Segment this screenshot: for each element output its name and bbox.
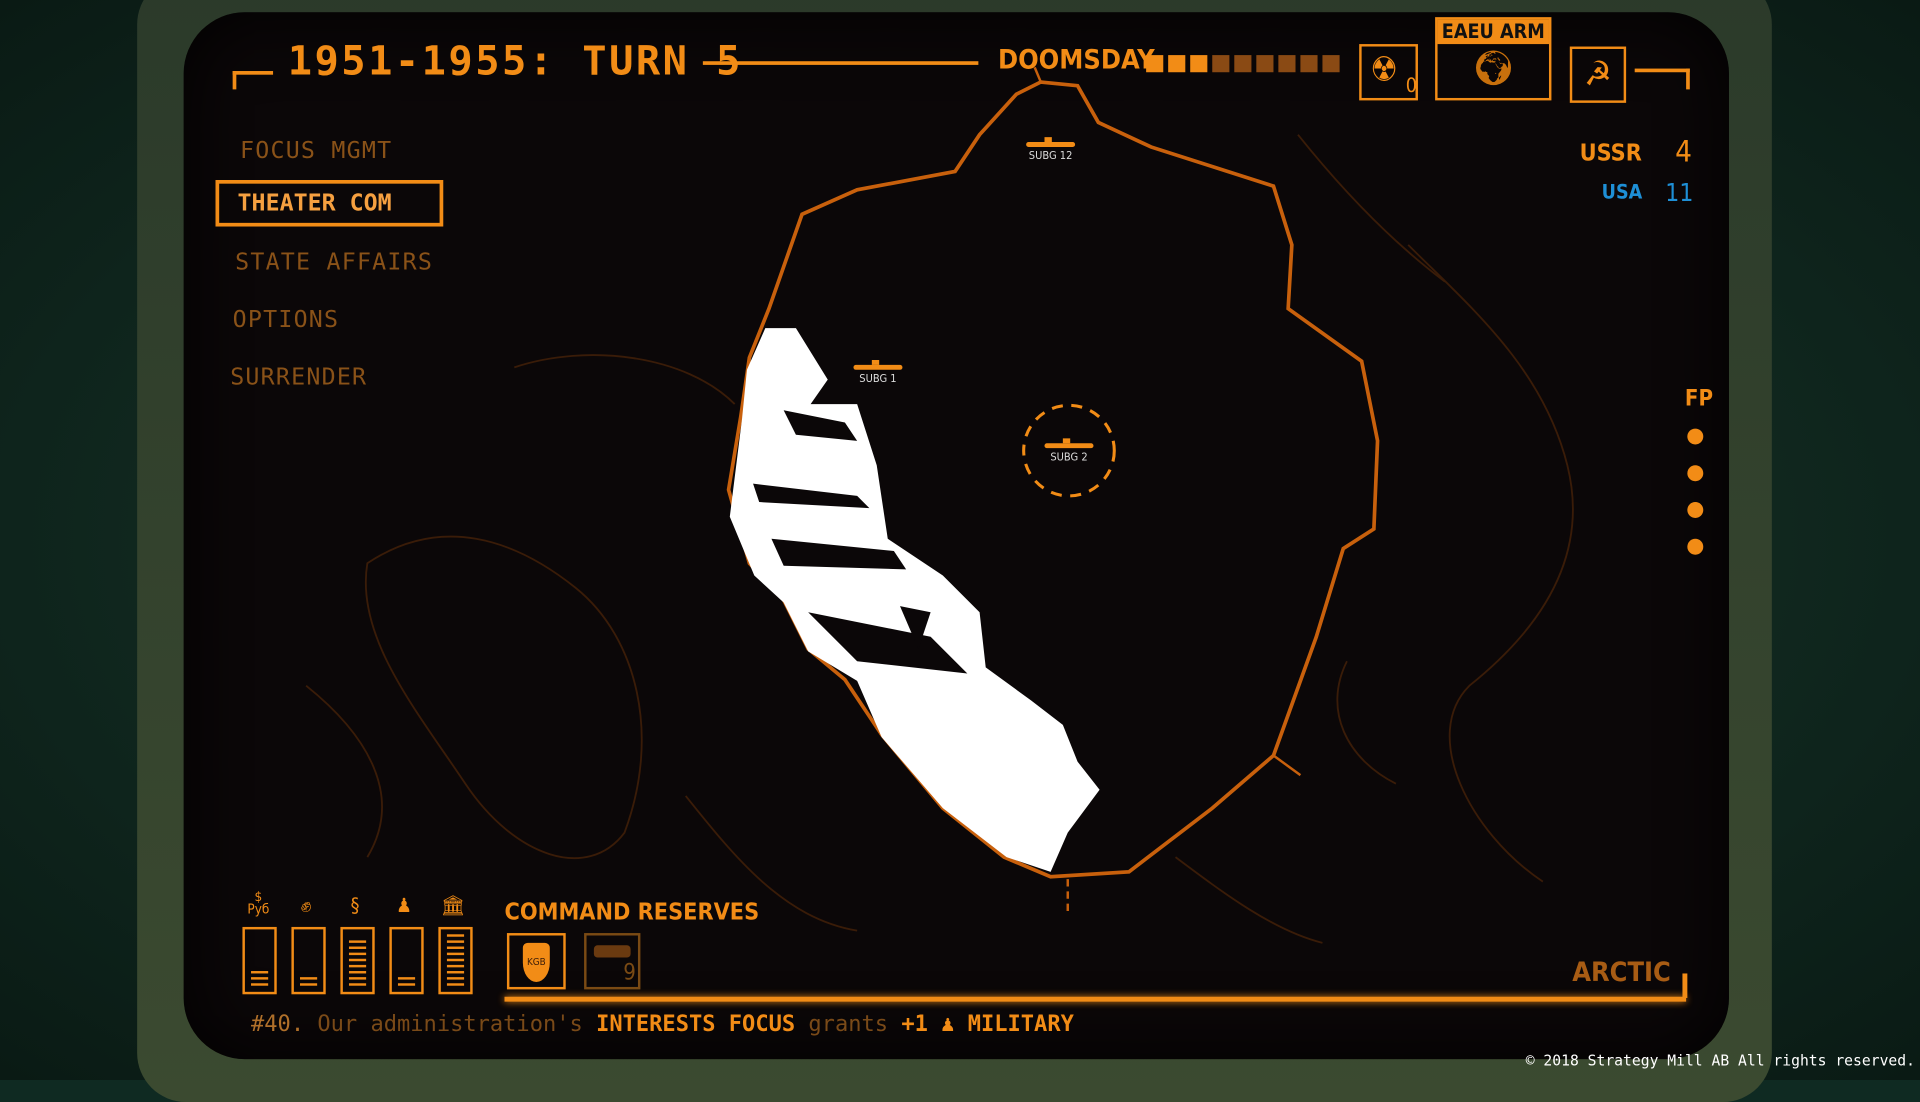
tank-count: 9: [623, 960, 636, 986]
unit-subg-2[interactable]: SUBG 2: [1032, 438, 1105, 465]
background-coastlines: [305, 134, 1574, 944]
doomsday-segment: [1278, 55, 1296, 73]
doomsday-segment: [1256, 55, 1274, 73]
military-salute-icon: ♟: [396, 893, 412, 918]
unit-label: SUBG 2: [1050, 451, 1088, 465]
region-label: ARCTIC: [1572, 957, 1671, 989]
unit-label: SUBG 12: [1028, 150, 1073, 163]
doomsday-label: DOOMSDAY: [997, 45, 1155, 76]
usa-score: 11: [1665, 177, 1694, 207]
submarine-icon: [1044, 438, 1094, 449]
fp-dot: [1687, 465, 1704, 482]
region-button[interactable]: EAEU ARM 🌍︎: [1435, 17, 1552, 101]
news-ticker: #40. Our administration's INTERESTS FOCU…: [251, 1011, 1074, 1037]
menu-focus-mgmt[interactable]: FOCUS MGMT: [240, 137, 392, 164]
section-icon: §: [350, 893, 360, 918]
resource-bar: [242, 926, 277, 995]
tank-icon: [593, 945, 631, 958]
divider: [702, 61, 979, 65]
kgb-shield-icon: KGB: [522, 942, 550, 983]
doomsday-segment: [1146, 55, 1164, 73]
resource-bar: [340, 926, 375, 995]
menu-options[interactable]: OPTIONS: [233, 306, 340, 333]
resource-bar: [291, 926, 326, 995]
kgb-reserve-card[interactable]: KGB: [506, 933, 566, 990]
submarine-icon: [853, 360, 903, 370]
menu-theater-com[interactable]: THEATER COM: [215, 180, 444, 227]
fist-icon: ✊︎: [300, 893, 312, 918]
ruble-icon: $ Руб: [247, 888, 270, 918]
world-map-icon: 🌍︎: [1471, 47, 1516, 89]
tank-reserve-card[interactable]: 9: [584, 933, 641, 990]
doomsday-segment: [1168, 55, 1186, 73]
nuke-count: 0: [1405, 73, 1417, 97]
crt-screen: SUBG 12 SUBG 1 SUBG 2 1951-1955: TURN 5 …: [183, 12, 1729, 1060]
military-salute-icon: ♟: [941, 1011, 955, 1038]
ticker-text: grants: [808, 1011, 889, 1038]
ticker-highlight: +1: [901, 1011, 928, 1038]
doomsday-segment: [1322, 55, 1340, 73]
ussr-score: 4: [1675, 134, 1692, 169]
game-stage: SUBG 12 SUBG 1 SUBG 2 1951-1955: TURN 5 …: [0, 0, 1920, 1102]
frame-corner: [1634, 68, 1690, 90]
region-button-label: EAEU ARM: [1437, 19, 1549, 45]
command-reserves-title: COMMAND RESERVES: [504, 898, 760, 926]
frame-corner: [232, 71, 274, 90]
unit-subg-1[interactable]: SUBG 1: [841, 360, 914, 386]
fp-dot: [1687, 502, 1704, 518]
doomsday-segment: [1190, 55, 1208, 73]
radiation-icon: ☢: [1370, 48, 1398, 90]
ticker-text: Our administration's: [317, 1011, 583, 1038]
menu-surrender[interactable]: SURRENDER: [230, 364, 367, 391]
fp-label: FP: [1684, 385, 1713, 412]
copyright: © 2018 Strategy Mill AB All rights reser…: [1525, 1051, 1915, 1069]
doomsday-segment: [1212, 55, 1230, 73]
unit-subg-12[interactable]: SUBG 12: [1014, 137, 1087, 163]
frame-corner: [1682, 973, 1688, 998]
menu-state-affairs[interactable]: STATE AFFAIRS: [235, 249, 433, 276]
government-building-icon: 🏛︎: [440, 893, 466, 918]
ticker-highlight: INTERESTS FOCUS: [596, 1011, 796, 1038]
unit-label: SUBG 1: [859, 373, 897, 386]
ruble-label: Руб: [247, 901, 270, 918]
resource-bar: [389, 926, 424, 995]
ticker-number: #40.: [251, 1011, 305, 1038]
divider: [504, 996, 1687, 1002]
resource-bar: [438, 926, 473, 995]
hammer-sickle-icon[interactable]: ☭: [1569, 46, 1627, 103]
usa-label: USA: [1601, 180, 1643, 204]
ticker-highlight: MILITARY: [967, 1011, 1074, 1038]
nuke-button[interactable]: ☢ 0: [1359, 44, 1418, 101]
submarine-icon: [1026, 137, 1076, 147]
greenland-landmass: [729, 328, 1100, 872]
turn-title: 1951-1955: TURN 5: [287, 36, 743, 85]
ussr-label: USSR: [1579, 139, 1642, 167]
doomsday-segment: [1234, 55, 1252, 73]
fp-dot: [1687, 428, 1704, 445]
fp-dot: [1687, 538, 1704, 555]
doomsday-segment: [1300, 55, 1318, 73]
